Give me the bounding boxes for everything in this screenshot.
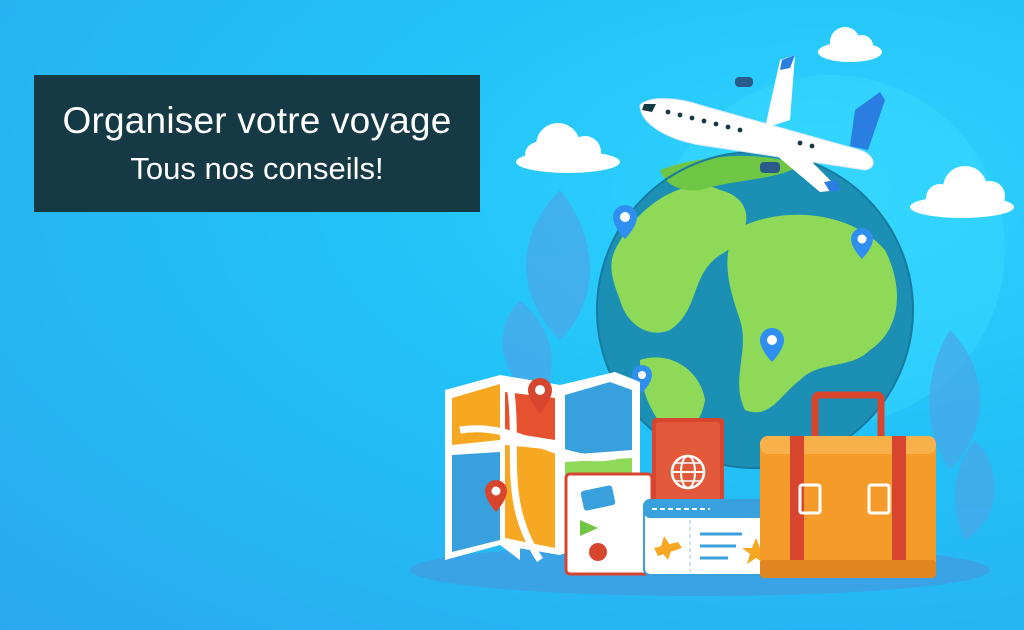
leaf-decoration-right	[929, 330, 995, 540]
cloud-icon	[516, 123, 620, 173]
boarding-pass-icon	[643, 499, 777, 576]
cloud-icon	[818, 27, 882, 62]
leaf-decoration-left	[502, 190, 590, 400]
travel-illustration	[410, 27, 1014, 596]
travel-document-icon	[564, 472, 654, 576]
travel-banner: Organiser votre voyage Tous nos conseils…	[0, 0, 1024, 630]
globe-icon	[596, 151, 914, 469]
